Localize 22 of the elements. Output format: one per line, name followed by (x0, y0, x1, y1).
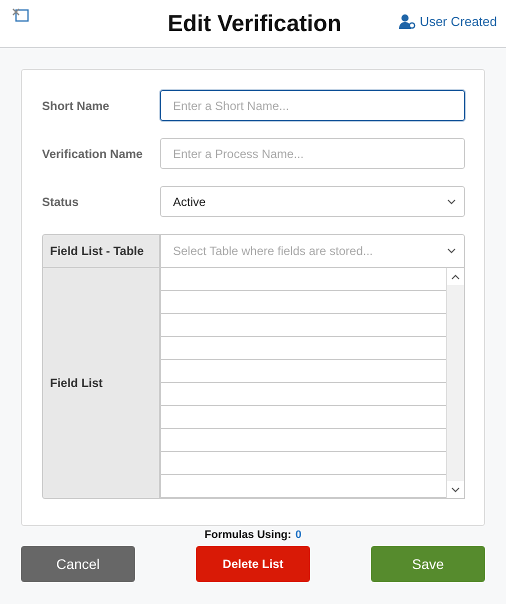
field-label: Verification Name (42, 146, 144, 160)
status-dropdown[interactable]: Active (160, 186, 465, 217)
text-field[interactable]: Enter a Short Name... (160, 90, 465, 121)
chevron-down-icon (451, 486, 460, 492)
field-list-label: Field List (42, 268, 160, 499)
cancel-button[interactable]: Cancel (21, 546, 135, 582)
field-label: Status (42, 194, 80, 208)
user-created-label: User Created (420, 14, 497, 29)
field-list-table-label: Field List - Table (42, 234, 160, 268)
formulas-label: Formulas Using: (204, 529, 292, 541)
chevron-down-icon (447, 248, 456, 254)
user-gear-icon (398, 14, 416, 29)
save-button[interactable]: Save (371, 546, 485, 582)
delete-button[interactable]: Delete List (196, 546, 310, 582)
field-label: Short Name (42, 98, 110, 112)
scrollbar[interactable] (446, 268, 464, 498)
window-title: Edit Verification (168, 10, 342, 37)
broken-image-icon (12, 6, 30, 22)
chevron-down-icon (447, 198, 456, 204)
formulas-count: 0 (295, 529, 302, 541)
field-list-box[interactable] (160, 268, 465, 499)
chevron-up-icon (451, 274, 460, 280)
